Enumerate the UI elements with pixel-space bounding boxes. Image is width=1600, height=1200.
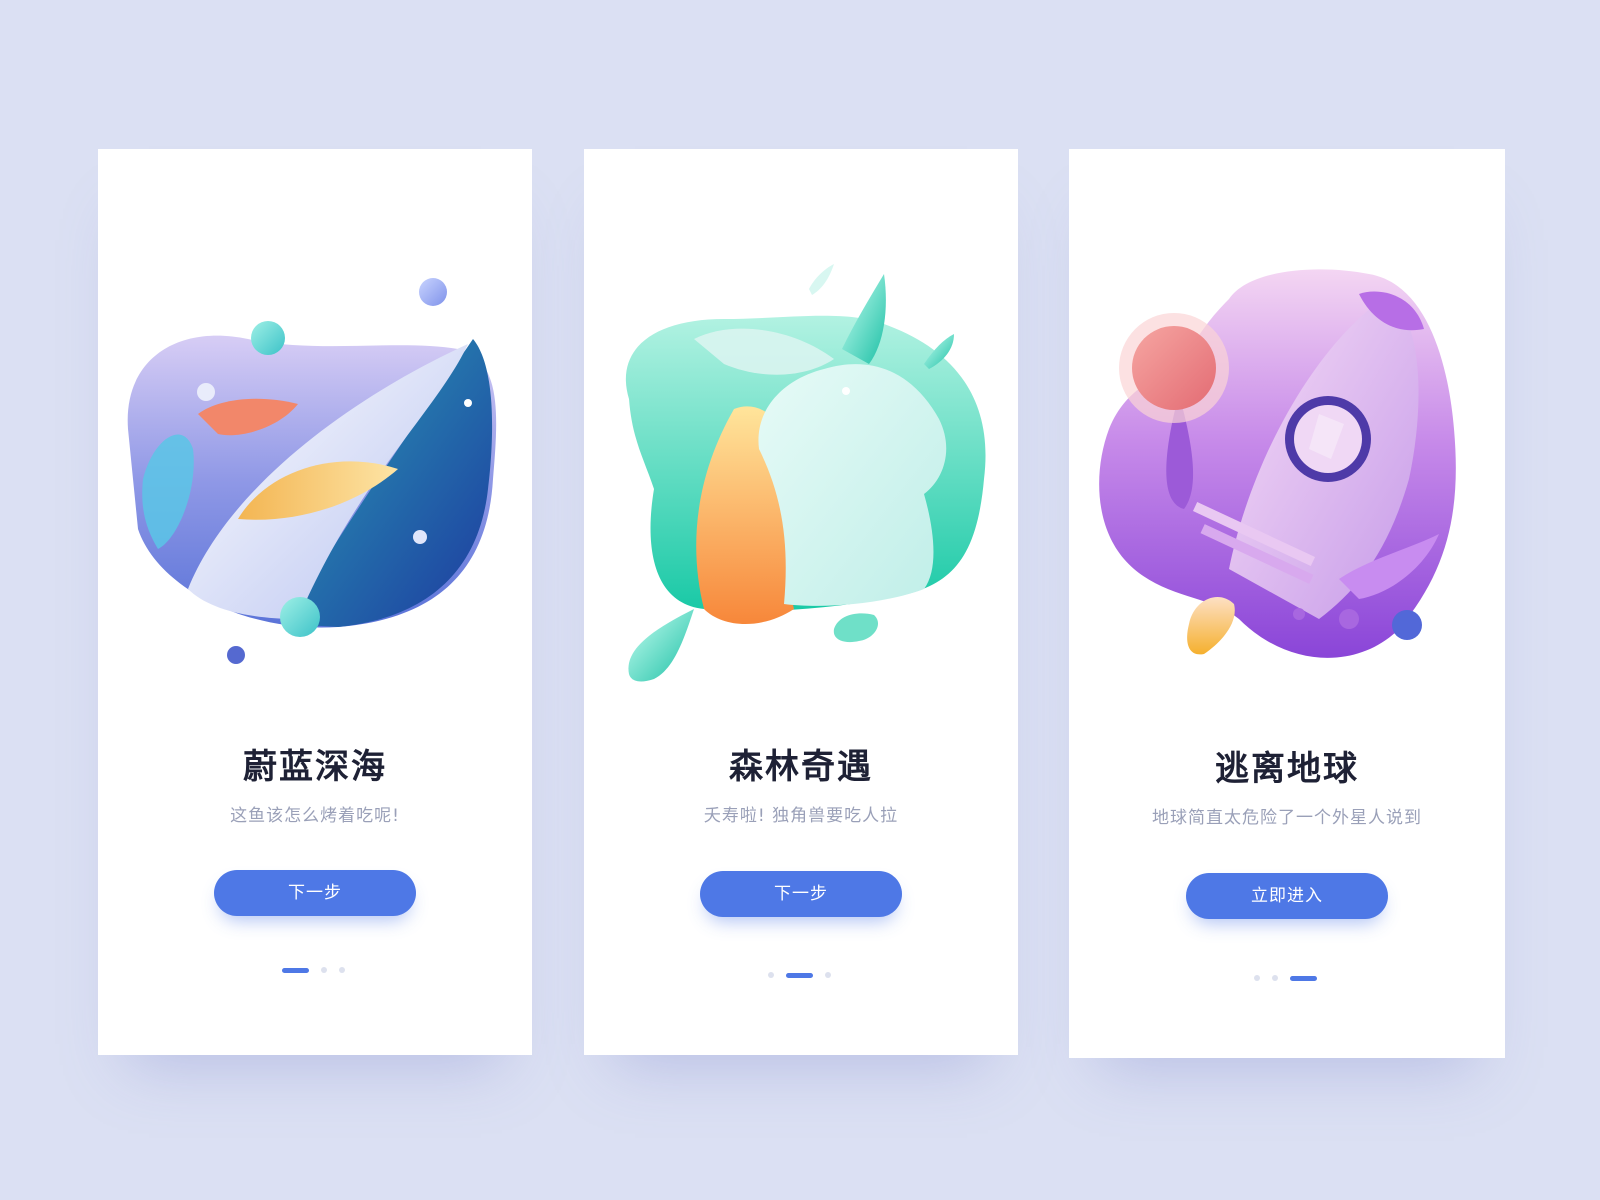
rocket-illustration bbox=[1099, 269, 1456, 658]
page-dot bbox=[825, 972, 831, 978]
card-subtitle: 这鱼该怎么烤着吃呢! bbox=[230, 806, 400, 826]
whale-illustration bbox=[127, 278, 497, 664]
page-dot bbox=[1272, 975, 1278, 981]
unicorn-illustration bbox=[625, 264, 986, 682]
page-indicator bbox=[1254, 974, 1317, 982]
page-indicator bbox=[282, 966, 345, 974]
next-step-button[interactable]: 下一步 bbox=[700, 871, 902, 917]
page-dot bbox=[1254, 975, 1260, 981]
card-title: 森林奇遇 bbox=[729, 747, 873, 787]
onboarding-card-ocean: 蔚蓝深海 这鱼该怎么烤着吃呢! 下一步 bbox=[98, 149, 532, 1055]
page-dot bbox=[339, 967, 345, 973]
card-subtitle: 地球简直太危险了一个外星人说到 bbox=[1152, 808, 1422, 828]
next-step-button[interactable]: 下一步 bbox=[214, 870, 416, 916]
page-dot-active bbox=[1290, 975, 1317, 981]
enter-now-button[interactable]: 立即进入 bbox=[1186, 873, 1388, 919]
onboarding-card-forest: 森林奇遇 夭寿啦! 独角兽要吃人拉 下一步 bbox=[584, 149, 1018, 1055]
page-dot bbox=[321, 967, 327, 973]
page-indicator bbox=[768, 971, 831, 979]
page-dot-active bbox=[786, 972, 813, 978]
card-title: 蔚蓝深海 bbox=[243, 747, 387, 787]
onboarding-card-space: 逃离地球 地球简直太危险了一个外星人说到 立即进入 bbox=[1069, 149, 1505, 1058]
card-title: 逃离地球 bbox=[1215, 749, 1359, 789]
card-subtitle: 夭寿啦! 独角兽要吃人拉 bbox=[703, 806, 899, 826]
page-dot bbox=[768, 972, 774, 978]
page-dot-active bbox=[282, 967, 309, 973]
